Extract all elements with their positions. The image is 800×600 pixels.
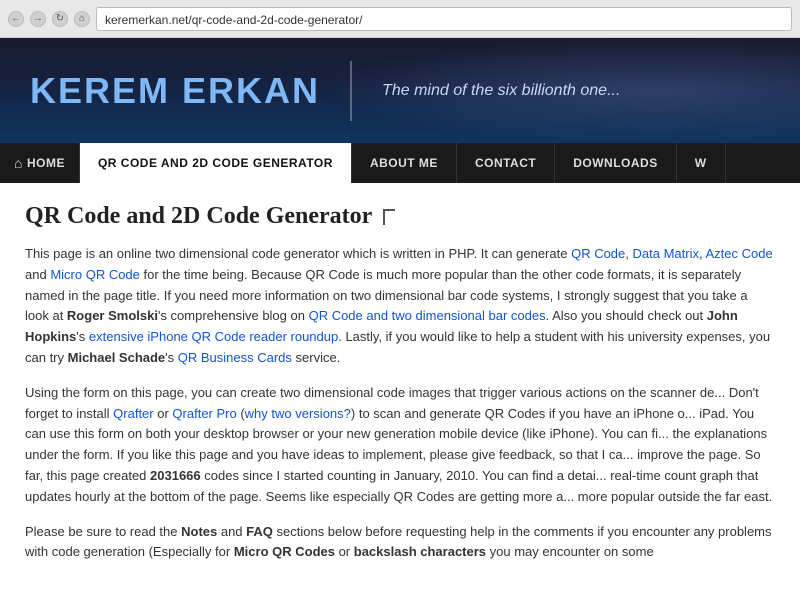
back-button[interactable]: ← — [8, 11, 24, 27]
nav-item-qr-code[interactable]: QR CODE AND 2D CODE GENERATOR — [80, 143, 352, 183]
nav-item-downloads[interactable]: DOWNLOADS — [555, 143, 677, 183]
link-qrafter[interactable]: Qrafter — [113, 406, 153, 421]
nav-label-about: ABOUT ME — [370, 156, 438, 170]
link-why-versions[interactable]: why two versions? — [245, 406, 351, 421]
main-content: QR Code and 2D Code Generator This page … — [0, 183, 800, 597]
paragraph-3: Please be sure to read the Notes and FAQ… — [25, 522, 775, 564]
page-title: QR Code and 2D Code Generator — [25, 203, 775, 230]
link-micro-qr[interactable]: Micro QR Code — [50, 267, 140, 282]
tagline: The mind of the six billionth one... — [382, 82, 620, 100]
nav-label-home: HOME — [27, 156, 65, 170]
nav-item-more[interactable]: W — [677, 143, 726, 183]
logo-divider — [350, 61, 352, 121]
forward-button[interactable]: → — [30, 11, 46, 27]
nav-item-home[interactable]: ⌂ HOME — [0, 143, 80, 183]
link-hopkins[interactable]: extensive iPhone QR Code reader roundup — [89, 329, 338, 344]
link-qrafter-pro[interactable]: Qrafter Pro — [172, 406, 236, 421]
site-header: KEREM ERKAN The mind of the six billiont… — [0, 38, 800, 143]
link-aztec-code[interactable]: Aztec Code — [706, 246, 773, 261]
nav-label-qr-code: QR CODE AND 2D CODE GENERATOR — [98, 156, 333, 170]
home-icon: ⌂ — [14, 155, 23, 171]
nav-item-about[interactable]: ABOUT ME — [352, 143, 457, 183]
url-bar[interactable]: keremerkan.net/qr-code-and-2d-code-gener… — [96, 7, 792, 31]
nav-label-contact: CONTACT — [475, 156, 536, 170]
logo-part1: KEREM — [30, 70, 170, 111]
link-schade[interactable]: QR Business Cards — [178, 350, 292, 365]
site-logo: KEREM ERKAN — [30, 70, 320, 112]
browser-chrome: ← → ↻ ⌂ keremerkan.net/qr-code-and-2d-co… — [0, 0, 800, 38]
link-data-matrix[interactable]: Data Matrix — [633, 246, 699, 261]
logo-part2: ERKAN — [182, 70, 320, 111]
paragraph-1: This page is an online two dimensional c… — [25, 244, 775, 369]
link-smolski-blog[interactable]: QR Code and two dimensional bar codes — [309, 308, 546, 323]
paragraph-2: Using the form on this page, you can cre… — [25, 383, 775, 508]
home-button[interactable]: ⌂ — [74, 11, 90, 27]
refresh-button[interactable]: ↻ — [52, 11, 68, 27]
nav-item-contact[interactable]: CONTACT — [457, 143, 555, 183]
nav-bar: ⌂ HOME QR CODE AND 2D CODE GENERATOR ABO… — [0, 143, 800, 183]
cursor — [383, 209, 395, 225]
logo-area: KEREM ERKAN The mind of the six billiont… — [30, 61, 620, 121]
link-qr-code[interactable]: QR Code — [571, 246, 625, 261]
nav-label-downloads: DOWNLOADS — [573, 156, 658, 170]
nav-label-more: W — [695, 156, 707, 170]
